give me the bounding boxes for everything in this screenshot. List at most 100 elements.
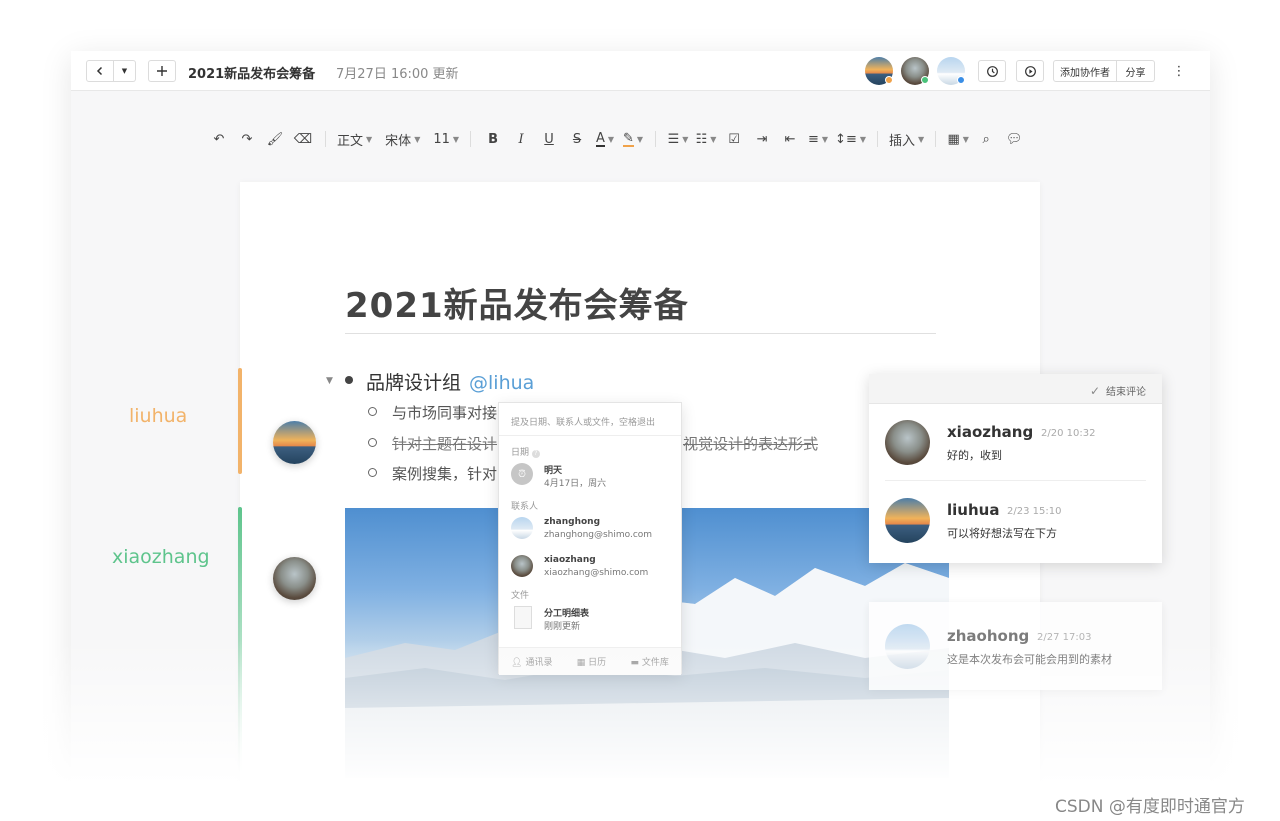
comment-author: liuhua [947,501,1000,519]
user-label-xiaozhang: xiaozhang [112,546,210,568]
contact-avatar [511,517,533,539]
new-doc-button[interactable] [148,60,176,82]
presence-dot [921,76,929,84]
underline-icon[interactable]: U [538,128,560,150]
comment-avatar [885,420,930,465]
bullet-item[interactable]: 品牌设计组 @lihua [366,368,534,395]
contact-avatar [511,555,533,577]
more-vertical-icon: ⋮ [1172,63,1186,79]
insert-menu[interactable]: 插入 ▼ [889,128,924,150]
comment-author: xiaozhang [947,423,1034,441]
title-divider [345,333,936,334]
check-icon: ✓ [1089,384,1100,398]
contacts-icon: 👤︎ [511,658,523,668]
user-avatar-liuhua[interactable] [273,421,316,464]
strikethrough-icon[interactable]: S [566,128,588,150]
folder-icon: ▬ [630,658,639,668]
history-dropdown-button[interactable]: ▼ [114,60,136,82]
popover-hint: 提及日期、联系人或文件，空格退出 [511,418,656,428]
eraser-icon[interactable]: ⌫ [292,128,314,150]
plus-icon [157,66,167,76]
date-option-title[interactable]: 明天 [544,463,562,476]
calendar-tab[interactable]: ▦ 日历 [577,655,606,668]
format-painter-icon[interactable]: 🖌︎ [264,128,286,150]
bullet-list-icon[interactable]: ☷ ▼ [695,128,717,150]
popover-section-date: 日期 ? [511,445,540,458]
comment-thread: zhaohong 2/27 17:03 这是本次发布会可能会用到的素材 [869,602,1162,690]
doc-search-icon[interactable]: ⌕ [975,128,997,150]
contacts-tab[interactable]: 👤︎ 通讯录 [511,655,552,668]
contact-email: zhanghong@shimo.com [544,530,653,540]
date-option-sub: 4月17日，周六 [544,479,607,489]
table-icon[interactable]: ▦ ▼ [947,128,969,150]
present-button[interactable] [1016,60,1044,82]
alarm-clock-icon: ⏰︎ [511,463,533,485]
font-size-label: 11 [433,131,450,147]
popover-section-contacts: 联系人 [511,502,539,512]
comment-thread-header: ✓ 结束评论 [869,374,1162,404]
paragraph-style-select[interactable]: 正文 ▼ [337,128,372,150]
document-title[interactable]: 2021新品发布会筹备 [345,278,689,327]
user-avatar-xiaozhang[interactable] [273,557,316,600]
presence-dot [957,76,965,84]
add-collaborator-button[interactable]: 添加协作者 [1053,60,1117,82]
sub-bullet-icon [368,407,377,416]
toolbar-divider [325,131,326,147]
user-cursor-bar [238,368,242,474]
undo-icon[interactable]: ↶ [208,128,230,150]
back-button[interactable] [86,60,114,82]
caret-down-icon: ▼ [366,134,373,144]
outdent-icon[interactable]: ⇤ [779,128,801,150]
user-cursor-bar [238,507,242,777]
font-family-select[interactable]: 宋体 ▼ [385,128,420,150]
italic-icon[interactable]: I [510,128,532,150]
highlight-icon[interactable]: ✎ ▼ [622,128,644,150]
sub-item[interactable]: 案例搜集，针对 [392,463,497,484]
font-size-select[interactable]: 11 ▼ [433,128,459,150]
checklist-icon[interactable]: ☑ [723,128,745,150]
bold-icon[interactable]: B [482,128,504,150]
end-comment-button[interactable]: ✓ 结束评论 [1090,383,1146,398]
collapse-caret-icon[interactable]: ▼ [326,376,333,386]
comment-time: 2/23 15:10 [1007,506,1062,517]
sub-item[interactable]: 与市场同事对接 [392,402,497,423]
top-bar: ▼ 2021新品发布会筹备 7月27日 16:00 更新 添加协作者 分享 ⋮ [71,51,1210,91]
format-toolbar: ↶ ↷ 🖌︎ ⌫ 正文 ▼ 宋体 ▼ 11 ▼ B I U S A ▼ ✎ ▼ ☰ ▼ ☷ ▼… [205,128,1028,150]
doc-title[interactable]: 2021新品发布会筹备 [188,63,315,82]
line-height-icon[interactable]: ↕≡ ▼ [835,128,866,150]
toolbar-divider [877,131,878,147]
files-tab[interactable]: ▬ 文件库 [630,655,668,668]
file-sub: 刚刚更新 [544,622,581,632]
ordered-list-icon[interactable]: ☰ ▼ [667,128,689,150]
text-color-icon[interactable]: A ▼ [594,128,616,150]
toolbar-divider [655,131,657,147]
font-family-label: 宋体 [385,133,412,149]
sub-item[interactable]: 针对主题在设计 [392,433,497,454]
popover-divider [499,435,681,436]
section-label: 日期 [511,448,530,458]
contact-name[interactable]: xiaozhang [544,555,596,565]
toolbar-divider [935,131,937,147]
align-icon[interactable]: ≡ ▼ [807,128,829,150]
mention-link[interactable]: @lihua [469,372,534,394]
toolbar-divider [470,131,472,147]
history-button[interactable] [978,60,1006,82]
presence-dot [885,76,893,84]
caret-down-icon: ▼ [414,134,421,144]
user-label-liuhua: liuhua [129,405,188,427]
contact-name[interactable]: zhanghong [544,517,600,527]
more-button[interactable]: ⋮ [1165,60,1193,82]
file-icon [514,606,532,629]
indent-icon[interactable]: ⇥ [751,128,773,150]
comment-thread: ✓ 结束评论 xiaozhang 2/20 10:32 好的，收到 liuhua … [869,374,1162,563]
redo-icon[interactable]: ↷ [236,128,258,150]
help-icon: ? [531,450,540,458]
mention-popover[interactable]: 提及日期、联系人或文件，空格退出 日期 ? ⏰︎ 明天 4月17日，周六 联系人… [498,402,682,675]
file-title[interactable]: 分工明细表 [544,606,589,619]
add-comment-icon[interactable]: 💬︎ [1003,128,1025,150]
calendar-tab-label: 日历 [588,658,607,668]
comment-text: 好的，收到 [947,449,1002,462]
updated-time: 7月27日 16:00 更新 [336,67,459,82]
comment-text: 可以将好想法写在下方 [947,527,1057,540]
share-button[interactable]: 分享 [1117,60,1155,82]
